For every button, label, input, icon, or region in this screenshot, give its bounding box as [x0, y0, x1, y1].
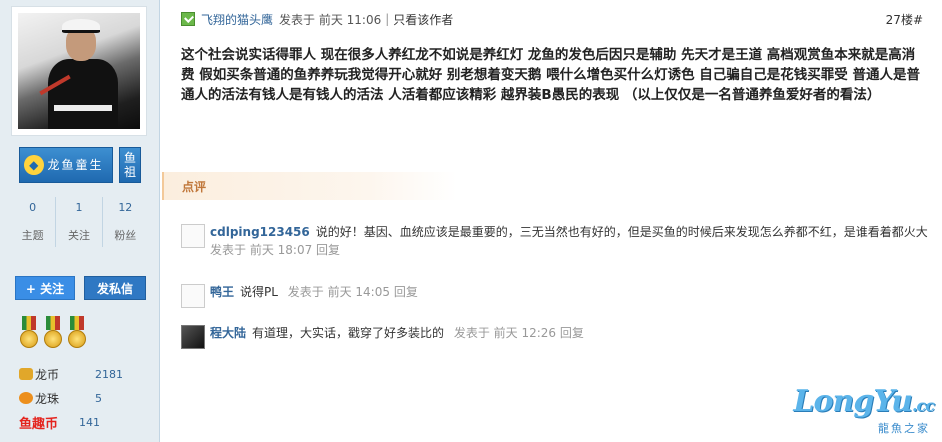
comment-author[interactable]: 鸭王 [210, 285, 234, 299]
comment-author[interactable]: cdlping123456 [210, 225, 310, 239]
post-time: 发表于 前天 11:06 [279, 12, 382, 27]
comment-avatar[interactable] [181, 284, 205, 308]
comment-author[interactable]: 程大陆 [210, 326, 246, 340]
online-status-icon [181, 12, 195, 26]
stat-fans-label: 粉丝 [114, 229, 137, 242]
comment-text: 说得PL [240, 285, 278, 299]
user-actions: + 关注 发私信 [15, 276, 146, 300]
comment-time: 发表于 前天 14:05 [287, 285, 390, 299]
logo-word: LongYu [793, 384, 913, 419]
user-badges: ◆ 龙鱼童生 鱼祖 [19, 147, 141, 183]
medal-icon[interactable] [43, 316, 63, 350]
medal-list [19, 316, 87, 350]
post-content: 这个社会说实话得罪人 现在很多人养红龙不如说是养红灯 龙鱼的发色后因只是辅助 先… [181, 47, 920, 103]
comment-avatar[interactable] [181, 325, 205, 349]
currency-value: 5 [95, 391, 102, 405]
site-watermark-logo: LongYu.cc 龍魚之家 [793, 384, 935, 435]
comment-time: 发表于 前天 18:07 [210, 243, 313, 257]
logo-tagline: 龍魚之家 [878, 422, 930, 435]
dragon-coin-icon [19, 368, 33, 380]
dragon-pearl-icon [19, 392, 33, 404]
dragon-icon: ◆ [24, 155, 44, 175]
title-badge[interactable]: 鱼祖 [119, 147, 141, 183]
currency-row: 鱼趣币 141 [19, 410, 149, 434]
rank-badge-label: 龙鱼童生 [47, 158, 104, 172]
comment-reply-link[interactable]: 回复 [316, 243, 340, 257]
stat-following-value: 1 [75, 201, 83, 214]
currency-name: 龙币 [35, 367, 60, 382]
comment-reply-link[interactable]: 回复 [560, 326, 584, 340]
currency-row: 龙珠 5 [19, 386, 149, 410]
stat-topics[interactable]: 0 主题 [10, 197, 57, 247]
rate-section-header: 点评 [162, 172, 457, 200]
currency-value: 2181 [95, 367, 123, 381]
medal-icon[interactable] [67, 316, 87, 350]
follow-button[interactable]: + 关注 [15, 276, 75, 300]
medal-icon[interactable] [19, 316, 39, 350]
comment-avatar[interactable] [181, 224, 205, 248]
stat-topics-value: 0 [29, 201, 37, 214]
avatar[interactable] [11, 6, 147, 136]
stat-fans-value: 12 [118, 201, 133, 214]
send-message-button[interactable]: 发私信 [84, 276, 146, 300]
logo-suffix: .cc [911, 396, 935, 415]
comment-reply-link[interactable]: 回复 [394, 285, 418, 299]
currency-list: 龙币 2181 龙珠 5 鱼趣币 141 [19, 362, 149, 434]
title-badge-label: 鱼祖 [124, 151, 137, 179]
rate-label: 点评 [182, 179, 207, 194]
stat-following[interactable]: 1 关注 [56, 197, 103, 247]
comment-text: 说的好！基因、血统应该是最重要的，三无当然也有好的，但是买鱼的时候后来发现怎么养… [315, 225, 928, 239]
currency-name: 鱼趣币 [19, 416, 59, 432]
stat-fans[interactable]: 12 粉丝 [103, 197, 148, 247]
comment-text: 有道理，大实话，戳穿了好多装比的 [252, 326, 445, 340]
only-author-link[interactable]: 只看该作者 [393, 11, 453, 28]
currency-name: 龙珠 [35, 391, 60, 406]
user-stats: 0 主题 1 关注 12 粉丝 [10, 197, 148, 247]
comment-time: 发表于 前天 12:26 [453, 326, 557, 340]
currency-row: 龙币 2181 [19, 362, 149, 386]
avatar-image [18, 13, 140, 129]
stat-topics-label: 主题 [21, 229, 44, 242]
rank-badge[interactable]: ◆ 龙鱼童生 [19, 147, 113, 183]
post-author[interactable]: 飞翔的猫头鹰 [201, 11, 273, 28]
stat-following-label: 关注 [67, 229, 90, 242]
currency-value: 141 [79, 415, 100, 429]
floor-number[interactable]: 27楼# [886, 11, 923, 28]
user-sidebar: ◆ 龙鱼童生 鱼祖 0 主题 1 关注 12 粉丝 + 关注 发私信 龙币 21… [0, 0, 160, 442]
post-header: 飞翔的猫头鹰 发表于 前天 11:06 | 只看该作者 27楼# [181, 8, 925, 30]
divider: | [385, 12, 390, 26]
